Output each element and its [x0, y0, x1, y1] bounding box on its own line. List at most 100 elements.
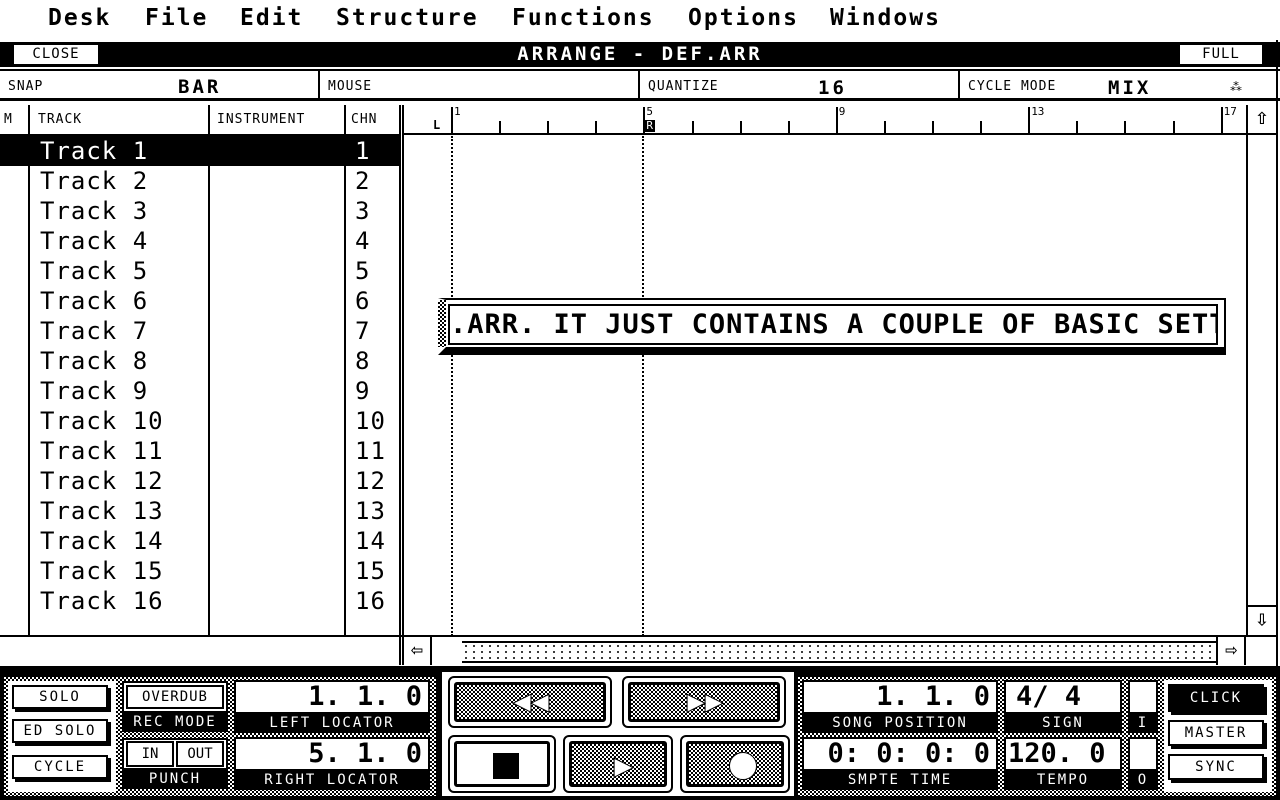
stop-button[interactable] [448, 735, 556, 793]
cycle-button[interactable]: CYCLE [12, 755, 108, 779]
scroll-left-arrow-icon[interactable]: ⇦ [404, 637, 432, 665]
menu-desk[interactable]: Desk [48, 5, 111, 31]
scroll-up-arrow-icon[interactable]: ⇧ [1248, 105, 1276, 135]
divider [638, 70, 640, 100]
divider [399, 105, 404, 665]
menu-structure[interactable]: Structure [336, 5, 479, 31]
menu-file[interactable]: File [145, 5, 208, 31]
click-button[interactable]: CLICK [1168, 684, 1264, 712]
track-channel: 1 [355, 137, 371, 165]
ruler-tick [1124, 121, 1127, 133]
track-channel: 9 [355, 377, 371, 405]
play-button[interactable]: ▶ [563, 735, 673, 793]
track-row[interactable]: Track 13 13 [0, 496, 400, 526]
right-locator-marker[interactable]: R [644, 120, 656, 132]
track-row[interactable]: Track 16 16 [0, 586, 400, 616]
track-row[interactable]: Track 8 8 [0, 346, 400, 376]
column-track: TRACK [38, 112, 83, 127]
tempo-label: TEMPO [1004, 770, 1122, 790]
overdub-button[interactable]: OVERDUB [126, 685, 224, 709]
cycle-mode-value[interactable]: MIX [1108, 77, 1151, 99]
menu-windows[interactable]: Windows [830, 5, 941, 31]
track-name: Track 2 [40, 167, 149, 195]
ruler-tick [883, 121, 886, 133]
track-name: Track 9 [40, 377, 149, 405]
track-channel: 4 [355, 227, 371, 255]
menu-edit[interactable]: Edit [240, 5, 303, 31]
right-locator-display[interactable]: 5. 1. 0 [234, 737, 430, 771]
ruler-major-tick [835, 107, 838, 133]
rewind-button[interactable]: ◀◀ [448, 676, 612, 728]
record-button[interactable] [680, 735, 790, 793]
punch-in-button[interactable]: IN [126, 741, 174, 767]
menu-bar: Desk File Edit Structure Functions Optio… [0, 0, 1280, 40]
track-row[interactable]: Track 3 3 [0, 196, 400, 226]
master-button[interactable]: MASTER [1168, 720, 1264, 746]
track-name: Track 1 [40, 137, 149, 165]
smpte-time-display[interactable]: 0: 0: 0: 0 [802, 737, 998, 771]
scroll-down-arrow-icon[interactable]: ⇩ [1248, 605, 1276, 635]
ruler-tick [1076, 121, 1079, 133]
ruler-major-tick [451, 107, 453, 133]
rec-mode-box: OVERDUB [122, 681, 228, 713]
track-row[interactable]: Track 6 6 [0, 286, 400, 316]
sync-button[interactable]: SYNC [1168, 754, 1264, 780]
full-button[interactable]: FULL [1180, 45, 1262, 64]
track-row[interactable]: Track 5 5 [0, 256, 400, 286]
track-row[interactable]: Track 10 10 [0, 406, 400, 436]
track-channel: 14 [355, 527, 386, 555]
snap-label: SNAP [8, 79, 44, 94]
cycle-mode-label: CYCLE MODE [968, 79, 1057, 94]
track-name: Track 14 [40, 527, 164, 555]
solo-button[interactable]: SOLO [12, 685, 108, 709]
tempo-display[interactable]: 120. 0 [1004, 737, 1122, 771]
snap-value[interactable]: BAR [178, 76, 221, 98]
track-name: Track 8 [40, 347, 149, 375]
ruler-tick [1172, 121, 1175, 133]
quantize-label: QUANTIZE [648, 79, 719, 94]
track-row[interactable]: Track 1 1 [0, 136, 400, 166]
ruler-tick [787, 121, 790, 133]
track-row[interactable]: Track 14 14 [0, 526, 400, 556]
left-locator-label: LEFT LOCATOR [234, 713, 430, 733]
left-locator-display[interactable]: 1. 1. 0 [234, 680, 430, 714]
track-row[interactable]: Track 2 2 [0, 166, 400, 196]
track-channel: 3 [355, 197, 371, 225]
horizontal-scrollbar[interactable] [462, 641, 1216, 663]
track-channel: 13 [355, 497, 386, 525]
track-row[interactable]: Track 4 4 [0, 226, 400, 256]
track-channel: 8 [355, 347, 371, 375]
divider [318, 70, 320, 100]
scroll-right-arrow-icon[interactable]: ⇨ [1216, 637, 1246, 665]
song-position-display[interactable]: 1. 1. 0 [802, 680, 998, 714]
track-channel: 7 [355, 317, 371, 345]
left-locator-line [451, 136, 453, 636]
track-row[interactable]: Track 15 15 [0, 556, 400, 586]
record-icon [729, 752, 757, 780]
menu-options[interactable]: Options [688, 5, 799, 31]
signature-display[interactable]: 4/ 4 [1004, 680, 1122, 714]
punch-out-button[interactable]: OUT [176, 741, 224, 767]
punch-label: PUNCH [122, 769, 228, 789]
column-m: M [4, 112, 13, 127]
track-row[interactable]: Track 12 12 [0, 466, 400, 496]
track-name: Track 3 [40, 197, 149, 225]
quantize-value[interactable]: 16 [818, 77, 847, 99]
midi-out-label: O [1128, 770, 1158, 790]
ruler-major-tick [1028, 107, 1031, 133]
vertical-scrollbar[interactable] [1246, 105, 1276, 635]
ruler-bar-label: 9 [838, 105, 846, 118]
window-title: ARRANGE - DEF.ARR [517, 43, 763, 65]
bar-ruler[interactable]: 1 5 9 13 17 L R [404, 105, 1246, 135]
rewind-icon: ◀◀ [512, 684, 550, 719]
right-locator-line [642, 136, 644, 636]
smpte-time-label: SMPTE TIME [802, 770, 998, 790]
track-row[interactable]: Track 7 7 [0, 316, 400, 346]
menu-functions[interactable]: Functions [512, 5, 655, 31]
fast-forward-button[interactable]: ▶▶ [622, 676, 786, 728]
resize-icon[interactable]: ⁂ [1230, 80, 1242, 94]
track-row[interactable]: Track 9 9 [0, 376, 400, 406]
left-locator-marker[interactable]: L [433, 118, 440, 132]
track-row[interactable]: Track 11 11 [0, 436, 400, 466]
ed-solo-button[interactable]: ED SOLO [12, 719, 108, 743]
